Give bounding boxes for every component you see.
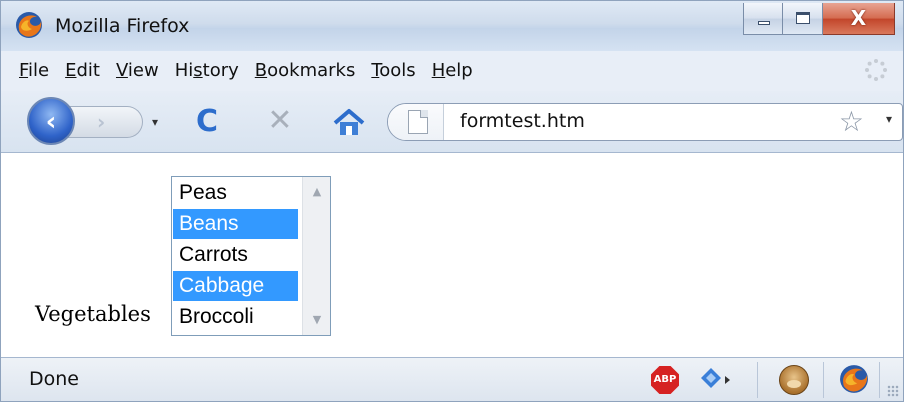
menu-edit[interactable]: Edit — [57, 60, 108, 81]
scroll-down-icon[interactable]: ▼ — [303, 309, 331, 331]
url-dropdown-icon[interactable]: ▾ — [886, 112, 892, 126]
menu-bookmarks[interactable]: Bookmarks — [247, 60, 364, 81]
minimize-button[interactable] — [743, 3, 783, 35]
menu-history[interactable]: History — [167, 60, 247, 81]
close-button[interactable]: X — [823, 3, 895, 35]
back-forward-group: › ‹ ▾ — [27, 97, 173, 145]
scroll-up-icon[interactable]: ▲ — [303, 181, 331, 203]
option-carrots[interactable]: Carrots — [173, 240, 298, 270]
stop-icon[interactable]: ✕ — [263, 104, 297, 138]
vegetables-label: Vegetables — [35, 302, 151, 326]
reload-icon[interactable]: C — [189, 105, 225, 139]
option-cabbage[interactable]: Cabbage — [173, 271, 298, 301]
option-peas[interactable]: Peas — [173, 178, 298, 208]
menu-bar: File Edit View History Bookmarks Tools H… — [1, 51, 903, 91]
window-title: Mozilla Firefox — [55, 15, 190, 37]
site-identity-button[interactable] — [388, 104, 444, 140]
status-separator — [823, 362, 824, 398]
page-icon — [408, 110, 428, 134]
menu-help[interactable]: Help — [424, 60, 481, 81]
bookmark-star-icon[interactable]: ☆ — [839, 106, 864, 138]
close-icon: X — [850, 6, 867, 30]
status-text: Done — [29, 368, 79, 390]
address-bar[interactable]: formtest.htm ☆ ▾ — [387, 103, 903, 141]
status-separator — [757, 362, 758, 398]
greasemonkey-icon[interactable] — [779, 365, 809, 395]
throbber-icon — [865, 59, 887, 81]
browser-window: Mozilla Firefox X File Edit View History… — [0, 0, 904, 402]
home-icon[interactable] — [331, 105, 367, 139]
status-separator — [879, 362, 880, 398]
history-dropdown-icon[interactable]: ▾ — [147, 111, 163, 133]
maximize-button[interactable] — [783, 3, 823, 35]
status-bar: Done ABP — [1, 357, 903, 401]
back-arrow-icon: ‹ — [45, 107, 57, 137]
vegetables-listbox[interactable]: Peas Beans Carrots Cabbage Broccoli ▲ ▼ — [171, 176, 331, 336]
firefox-status-icon[interactable] — [839, 364, 869, 394]
back-button[interactable]: ‹ — [27, 97, 75, 145]
navigation-toolbar: › ‹ ▾ C ✕ formtest.htm ☆ ▾ — [1, 91, 903, 153]
forward-arrow-icon: › — [97, 110, 106, 134]
adblock-plus-icon[interactable]: ABP — [651, 366, 679, 394]
menu-view[interactable]: View — [108, 60, 167, 81]
menu-file[interactable]: File — [11, 60, 57, 81]
title-bar[interactable]: Mozilla Firefox X — [1, 1, 903, 51]
listbox-scrollbar[interactable]: ▲ ▼ — [302, 177, 330, 335]
option-beans[interactable]: Beans — [173, 209, 298, 239]
page-content: Vegetables Peas Beans Carrots Cabbage Br… — [1, 154, 903, 356]
window-controls: X — [743, 3, 895, 35]
forward-button[interactable]: › — [67, 106, 143, 138]
option-broccoli[interactable]: Broccoli — [173, 302, 298, 332]
url-field[interactable]: formtest.htm — [460, 110, 585, 132]
maximize-icon — [796, 12, 810, 24]
minimize-icon — [758, 21, 770, 25]
firefox-icon — [16, 12, 42, 38]
xmarks-icon[interactable] — [699, 366, 733, 394]
menu-tools[interactable]: Tools — [363, 60, 423, 81]
menu-items: File Edit View History Bookmarks Tools H… — [11, 60, 481, 81]
resize-grip[interactable] — [887, 385, 899, 397]
